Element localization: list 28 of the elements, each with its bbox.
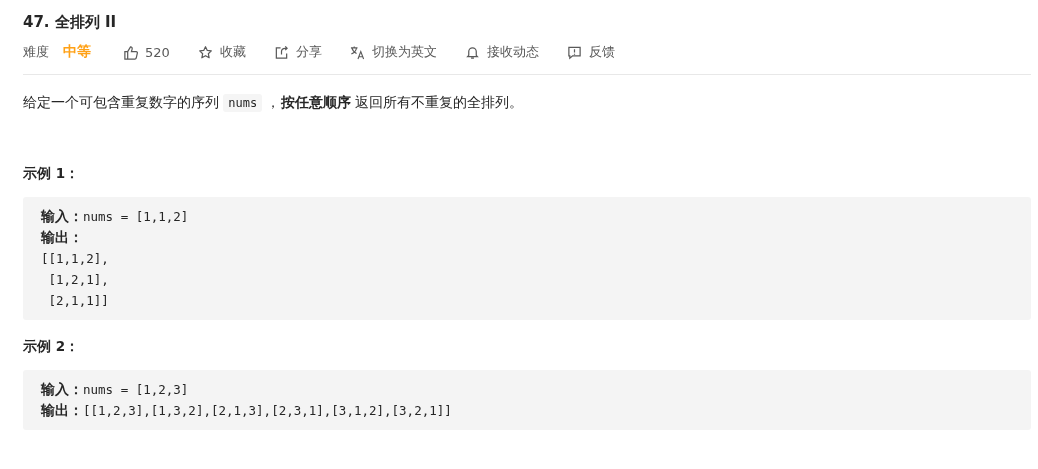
star-button[interactable]: 收藏 [197, 43, 246, 61]
feedback-button[interactable]: 反馈 [566, 43, 615, 61]
share-button[interactable]: 分享 [273, 43, 322, 61]
feedback-icon [566, 44, 582, 60]
like-button[interactable]: 520 [123, 44, 170, 60]
problem-title: 47. 全排列 II [23, 12, 117, 32]
example-heading: 示例 2： [23, 337, 80, 356]
problem-description: 给定一个可包含重复数字的序列 nums ，按任意顺序 返回所有不重复的全排列。 [23, 93, 523, 114]
example-heading: 示例 1： [23, 164, 80, 183]
code-text: nums = [1,2,3] [83, 382, 189, 397]
example-label: 输出： [41, 228, 83, 247]
star-icon [197, 44, 213, 60]
bell-button[interactable]: 接收动态 [464, 43, 539, 61]
code-text: [[1,2,3],[1,3,2],[2,1,3],[2,3,1],[3,1,2],[3,2,1]] [83, 403, 452, 418]
difficulty-level: 中等 [63, 43, 91, 61]
share-icon [273, 44, 289, 60]
translate-button[interactable]: 切换为英文 [349, 43, 437, 61]
code-text: [1,2,1], [47, 272, 109, 287]
difficulty-label: 难度 [23, 43, 49, 61]
example-label: 输出： [41, 401, 83, 420]
example-label: 输入： [41, 380, 83, 399]
thumbs-up-icon [123, 44, 138, 60]
translate-icon [349, 44, 365, 60]
code-text: [2,1,1]] [47, 293, 109, 308]
bell-icon [464, 44, 480, 60]
example-label: 输入： [41, 207, 83, 226]
code-text: [[1,1,2], [41, 251, 109, 266]
code-text: nums = [1,1,2] [83, 209, 189, 224]
